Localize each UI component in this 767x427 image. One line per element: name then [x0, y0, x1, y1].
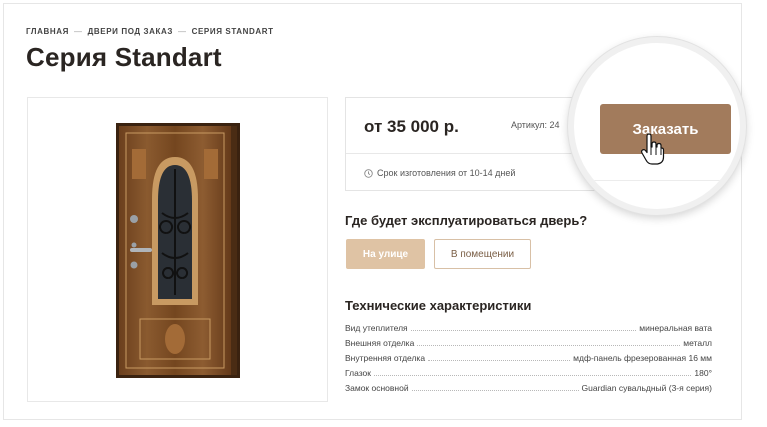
spec-name: Внешняя отделка	[345, 338, 415, 348]
breadcrumb-separator: —	[178, 27, 187, 36]
spec-leader	[417, 345, 681, 346]
lead-time-text: Срок изготовления от 10-14 дней	[377, 168, 516, 178]
product-image-box	[27, 97, 328, 402]
spec-row: Замок основной Guardian сувальдный (3-я с…	[345, 381, 712, 393]
spec-leader	[428, 360, 571, 361]
option-indoor[interactable]: В помещении	[434, 239, 531, 269]
spec-value: минеральная вата	[639, 323, 712, 333]
breadcrumb-home[interactable]: ГЛАВНАЯ	[26, 27, 69, 36]
spec-row: Внутренняя отделка мдф-панель фрезерованн…	[345, 351, 712, 363]
spec-leader	[373, 375, 692, 376]
spec-value: мдф-панель фрезерованная 16 мм	[573, 353, 712, 363]
spec-row: Вид утеплителя минеральная вата	[345, 321, 712, 333]
spec-value: 180°	[694, 368, 712, 378]
breadcrumb: ГЛАВНАЯ — ДВЕРИ ПОД ЗАКАЗ — СЕРИЯ STANDART	[26, 27, 274, 36]
spec-leader	[411, 390, 579, 391]
lead-time: Срок изготовления от 10-14 дней	[364, 168, 515, 178]
spec-name: Внутренняя отделка	[345, 353, 426, 363]
hand-cursor-icon	[641, 133, 665, 165]
page-title: Серия Standart	[26, 42, 222, 72]
spec-leader	[410, 330, 637, 331]
divider	[574, 180, 740, 181]
spec-row: Глазок 180°	[345, 366, 712, 378]
spec-value: металл	[683, 338, 712, 348]
breadcrumb-current: СЕРИЯ STANDART	[191, 27, 274, 36]
spec-name: Замок основной	[345, 383, 409, 393]
article-number: Артикул: 24	[511, 120, 560, 130]
spec-name: Глазок	[345, 368, 371, 378]
spec-name: Вид утеплителя	[345, 323, 408, 333]
breadcrumb-separator: —	[74, 27, 83, 36]
specs-title: Технические характеристики	[345, 298, 532, 313]
price: от 35 000 р.	[364, 117, 459, 136]
spec-value: Guardian сувальдный (3-я серия)	[581, 383, 712, 393]
spec-row: Внешняя отделка металл	[345, 336, 712, 348]
breadcrumb-custom-doors[interactable]: ДВЕРИ ПОД ЗАКАЗ	[88, 27, 173, 36]
usage-question: Где будет эксплуатироваться дверь?	[345, 213, 588, 228]
clock-icon	[364, 169, 373, 178]
door-image	[116, 123, 240, 378]
option-outdoor[interactable]: На улице	[346, 239, 425, 269]
